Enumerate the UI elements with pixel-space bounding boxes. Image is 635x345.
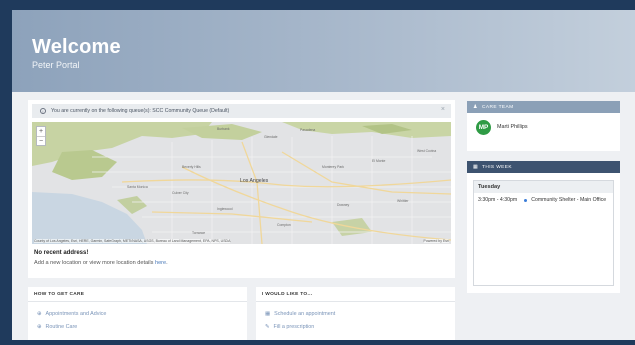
event-title: Community Shelter - Main Office [531,197,607,203]
welcome-banner: Welcome Peter Portal [12,10,635,92]
i-would-like-to-card: I WOULD LIKE TO... ▦ Schedule an appoint… [256,287,455,340]
care-team-card: ♟ CARE TEAM MP Marti Phillips [467,101,620,151]
avatar[interactable]: MP [476,120,491,135]
map-label-downey: Downey [337,203,350,207]
address-hint-text: Add a new location or view more location… [34,260,155,266]
address-details-link[interactable]: here [155,260,166,266]
this-week-header: ▦ THIS WEEK [467,161,620,173]
map-label-culver-city: Culver City [172,191,189,195]
map-powered-by[interactable]: Powered by Esri [423,239,449,243]
location-card: i You are currently on the following que… [28,100,455,278]
appointments-advice-link[interactable]: ⊕ Appointments and Advice [37,311,106,317]
map-zoom-control: + − [36,126,46,146]
zoom-out-button[interactable]: − [37,137,45,147]
how-to-get-care-card: HOW TO GET CARE ⊕ Appointments and Advic… [28,287,247,340]
circle-plus-icon: ⊕ [37,311,42,317]
i-would-like-to-title: I WOULD LIKE TO... [262,292,313,297]
routine-care-link[interactable]: ⊕ Routine Care [37,324,77,330]
calendar-icon: ▦ [265,311,271,317]
pill-icon: ✎ [265,324,270,330]
map-canvas[interactable]: Pasadena Glendale Burbank Beverly Hills … [32,122,451,244]
schedule-appointment-link[interactable]: ▦ Schedule an appointment [265,311,335,317]
address-hint: Add a new location or view more location… [34,260,168,266]
routine-care-label: Routine Care [45,324,78,330]
no-address-title: No recent address! [34,250,89,256]
map-label-monterey-park: Monterey Park [322,165,344,169]
schedule-appointment-label: Schedule an appointment [274,311,336,317]
how-to-get-care-title: HOW TO GET CARE [34,292,85,297]
map-label-burbank: Burbank [217,127,230,131]
circle-plus-icon: ⊕ [37,324,42,330]
page-title: Welcome [32,36,121,58]
this-week-title: THIS WEEK [482,164,512,170]
info-icon: i [40,108,46,114]
care-team-member-name[interactable]: Marti Phillips [497,124,528,130]
address-hint-suffix: . [166,260,168,266]
schedule-event[interactable]: 3:30pm - 4:30pm Community Shelter - Main… [474,197,613,203]
event-time: 3:30pm - 4:30pm [478,197,518,203]
map-label-inglewood: Inglewood [217,207,233,211]
appointments-advice-label: Appointments and Advice [45,311,107,317]
map-label-los-angeles: Los Angeles [240,178,269,184]
fill-prescription-label: Fill a prescription [273,324,315,330]
map-attribution: County of Los Angeles, Esri, HERE, Garmi… [34,239,231,243]
zoom-in-button[interactable]: + [37,127,45,137]
day-heading: Tuesday [474,181,613,193]
fill-prescription-link[interactable]: ✎ Fill a prescription [265,324,314,330]
map-label-beverly-hills: Beverly Hills [182,165,201,169]
this-week-card: ▦ THIS WEEK Tuesday 3:30pm - 4:30pm Comm… [467,161,620,293]
calendar-icon: ▦ [473,164,479,170]
map-label-glendale: Glendale [264,135,278,139]
event-dot-icon [524,198,528,202]
divider [256,301,455,302]
close-icon[interactable]: × [441,106,445,113]
divider [28,301,247,302]
people-icon: ♟ [473,104,478,110]
map-label-west-covina: West Covina [417,149,436,153]
map-label-compton: Compton [277,223,291,227]
care-team-header: ♟ CARE TEAM [467,101,620,113]
week-schedule: Tuesday 3:30pm - 4:30pm Community Shelte… [473,180,614,286]
map-label-pasadena: Pasadena [300,128,315,132]
location-map[interactable]: Pasadena Glendale Burbank Beverly Hills … [32,122,451,244]
queue-notice: i You are currently on the following que… [32,104,451,118]
map-label-torrance: Torrance [192,231,205,235]
map-label-whittier: Whittier [397,199,409,203]
queue-message: You are currently on the following queue… [51,108,230,114]
care-team-title: CARE TEAM [482,104,514,110]
map-label-santa-monica: Santa Monica [127,185,148,189]
user-name: Peter Portal [32,60,80,70]
app-frame: Welcome Peter Portal i You are currently… [12,10,635,340]
map-label-el-monte: El Monte [372,159,385,163]
